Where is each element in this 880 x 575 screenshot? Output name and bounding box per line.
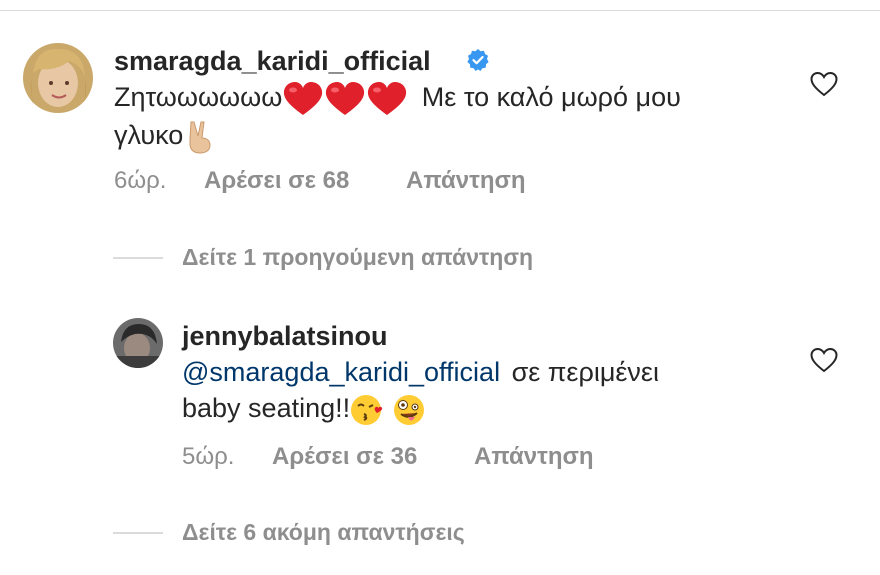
comment-username[interactable]: smaragda_karidi_official [114,46,431,77]
comment-text-line-1: Ζητωωωωωω Με το καλό μωρό μου [114,78,681,117]
top-divider [0,10,880,11]
zany-face-emoji [392,393,426,427]
reply-button[interactable]: Απάντηση [474,443,594,471]
comment-text: baby seating!! [182,393,351,423]
comment-time: 6ώρ. [114,167,167,194]
comment-text: γλυκο [114,120,184,150]
likes-count-link[interactable]: Αρέσει σε 68 [204,167,349,195]
victory-hand-emoji [185,120,215,154]
mention-link[interactable]: @smaragda_karidi_official [182,357,500,387]
face-blowing-kiss-emoji [350,393,386,427]
comment-meta: 6ώρ. Αρέσει σε 68 Απάντηση [114,167,614,197]
comment-text-line-1: @smaragda_karidi_official σε περιμένει [182,353,659,391]
comment-text: Ζητωωωωωω [114,82,283,112]
red-heart-emoji [282,81,324,117]
view-previous-replies-button[interactable]: Δείτε 1 προηγούμενη απάντηση [182,244,533,271]
comment-text-line-2: baby seating!! [182,389,426,427]
replies-divider [113,257,163,259]
heart-outline-icon[interactable] [810,71,838,97]
comment-time: 5ώρ. [182,443,235,470]
comment-text-suffix: σε περιμένει [511,357,659,387]
verified-badge-icon [466,48,490,72]
red-heart-emoji [366,81,408,117]
red-heart-emoji [324,81,366,117]
avatar[interactable] [23,43,93,113]
comment-meta: 5ώρ. Αρέσει σε 36 Απάντηση [182,443,682,473]
reply-button[interactable]: Απάντηση [406,167,526,195]
heart-outline-icon[interactable] [810,347,838,373]
comment-text-line-2: γλυκο [114,116,215,154]
replies-divider [113,532,163,534]
comment-text-suffix: Με το καλό μωρό μου [421,82,681,112]
comment-username[interactable]: jennybalatsinou [182,321,388,352]
likes-count-link[interactable]: Αρέσει σε 36 [272,443,417,471]
view-more-replies-button[interactable]: Δείτε 6 ακόμη απαντήσεις [182,519,465,546]
avatar[interactable] [113,318,163,368]
